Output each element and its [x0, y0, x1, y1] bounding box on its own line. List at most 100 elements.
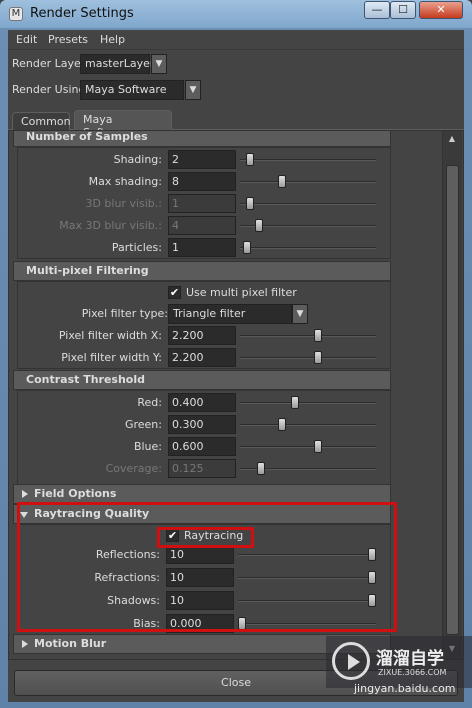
- title-bar[interactable]: M Render Settings — ☐ ✕: [0, 0, 472, 28]
- param-row: Red: 0.400: [18, 393, 392, 413]
- slider-track: [238, 623, 376, 625]
- param-value-field[interactable]: 8: [168, 172, 236, 191]
- param-row: Max shading: 8: [18, 172, 392, 192]
- menu-presets[interactable]: Presets: [48, 33, 88, 46]
- number-of-samples-frame: Shading: 2 Max shading: 8 3D blur visib.: 1 Ma…: [17, 147, 391, 259]
- param-value-field[interactable]: 10: [166, 568, 234, 587]
- param-value-field[interactable]: 10: [166, 591, 234, 610]
- param-label: Pixel filter width Y:: [61, 351, 162, 364]
- settings-scroll-area[interactable]: Number of Samples Shading: 2 Max shading: 8…: [13, 131, 441, 659]
- slider-track: [240, 335, 376, 337]
- section-raytracing-quality[interactable]: Raytracing Quality: [13, 504, 391, 524]
- tab-common[interactable]: Common: [12, 112, 71, 130]
- param-value-field[interactable]: 2: [168, 150, 236, 169]
- param-row: Shading: 2: [18, 150, 392, 170]
- window-title: Render Settings: [30, 6, 134, 21]
- param-value-field[interactable]: 0.300: [168, 415, 236, 434]
- slider-handle: [256, 462, 265, 475]
- param-value-field[interactable]: 0.400: [168, 393, 236, 412]
- collapse-arrow-icon: [20, 512, 28, 518]
- render-using-combo[interactable]: Maya Software: [80, 80, 184, 100]
- param-slider[interactable]: [240, 437, 376, 457]
- param-label: Bias:: [133, 617, 160, 630]
- render-layer-combo[interactable]: masterLayer: [80, 54, 154, 74]
- param-row: Green: 0.300: [18, 415, 392, 435]
- param-slider[interactable]: [240, 393, 376, 413]
- watermark-subtitle: ZIXUE.3066.COM: [378, 668, 447, 677]
- use-multi-pixel-filter-label: Use multi pixel filter: [186, 286, 297, 299]
- vertical-scrollbar[interactable]: ▲ ▼: [442, 131, 462, 659]
- param-slider[interactable]: [238, 568, 376, 588]
- slider-handle[interactable]: [368, 594, 376, 607]
- slider-handle[interactable]: [314, 329, 323, 342]
- slider-track: [240, 402, 376, 404]
- field-options-label: Field Options: [34, 487, 117, 500]
- slider-handle[interactable]: [238, 617, 246, 630]
- param-label: Red:: [137, 396, 162, 409]
- param-slider[interactable]: [240, 238, 376, 258]
- maya-app-icon: M: [9, 7, 23, 21]
- param-slider[interactable]: [240, 415, 376, 435]
- param-row: Shadows: 10: [18, 591, 392, 611]
- slider-handle[interactable]: [246, 153, 255, 166]
- section-contrast-threshold[interactable]: Contrast Threshold: [13, 370, 391, 390]
- slider-handle[interactable]: [278, 418, 287, 431]
- param-label: Particles:: [111, 241, 162, 254]
- param-value-field[interactable]: 0.600: [168, 437, 236, 456]
- chevron-down-icon[interactable]: ▼: [185, 80, 201, 100]
- param-label: Shadows:: [107, 594, 160, 607]
- param-label: Coverage:: [105, 462, 162, 475]
- close-window-button[interactable]: ✕: [419, 1, 463, 19]
- param-row: Refractions: 10: [18, 568, 392, 588]
- tab-maya-software[interactable]: Maya Software: [74, 110, 172, 139]
- minimize-button[interactable]: —: [364, 1, 390, 19]
- param-value-field[interactable]: 10: [166, 545, 234, 564]
- param-slider[interactable]: [238, 591, 376, 611]
- param-value-field: 4: [168, 216, 236, 235]
- menu-edit[interactable]: Edit: [16, 33, 37, 46]
- param-value-field[interactable]: 0.000: [166, 614, 234, 633]
- chevron-down-icon[interactable]: ▼: [151, 54, 167, 74]
- maximize-button[interactable]: ☐: [390, 1, 416, 19]
- slider-handle: [246, 197, 255, 210]
- filter-type-label: Pixel filter type:: [81, 307, 168, 320]
- param-value-field[interactable]: 2.200: [168, 326, 236, 345]
- param-value-field: 1: [168, 194, 236, 213]
- param-slider[interactable]: [240, 326, 376, 346]
- section-field-options[interactable]: Field Options: [13, 484, 391, 504]
- param-slider[interactable]: [240, 172, 376, 192]
- menu-help[interactable]: Help: [100, 33, 125, 46]
- filter-type-row: Pixel filter type: Triangle filter ▼: [18, 304, 392, 324]
- filter-type-combo[interactable]: Triangle filter: [168, 304, 292, 324]
- slider-handle[interactable]: [291, 396, 300, 409]
- watermark-baidu: jingyan.baidu.com: [354, 682, 456, 695]
- scroll-thumb[interactable]: [446, 165, 459, 635]
- param-slider[interactable]: [240, 348, 376, 368]
- param-row: Max 3D blur visib.: 4: [18, 216, 392, 236]
- param-slider[interactable]: [240, 150, 376, 170]
- section-number-of-samples[interactable]: Number of Samples: [13, 131, 391, 147]
- use-multi-pixel-filter-checkbox[interactable]: ✔: [168, 286, 181, 299]
- raytracing-checkbox[interactable]: ✔: [166, 529, 179, 542]
- param-row: Pixel filter width X: 2.200: [18, 326, 392, 346]
- slider-track: [240, 181, 376, 183]
- param-row: Coverage: 0.125: [18, 459, 392, 479]
- param-value-field[interactable]: 1: [168, 238, 236, 257]
- slider-handle[interactable]: [314, 351, 323, 364]
- slider-handle[interactable]: [368, 548, 376, 561]
- use-filter-row: ✔ Use multi pixel filter: [18, 284, 392, 304]
- slider-handle[interactable]: [314, 440, 323, 453]
- chevron-down-icon[interactable]: ▼: [292, 304, 308, 324]
- param-value-field[interactable]: 2.200: [168, 348, 236, 367]
- param-row: Blue: 0.600: [18, 437, 392, 457]
- render-layer-label: Render Layer: [12, 57, 86, 70]
- slider-handle[interactable]: [242, 241, 251, 254]
- expand-arrow-icon: [22, 490, 28, 498]
- slider-handle[interactable]: [278, 175, 287, 188]
- param-row: Bias: 0.000: [18, 614, 392, 634]
- section-multi-pixel-filtering[interactable]: Multi-pixel Filtering: [13, 261, 391, 281]
- scroll-up-icon[interactable]: ▲: [443, 131, 461, 147]
- param-slider[interactable]: [238, 614, 376, 634]
- param-slider[interactable]: [238, 545, 376, 565]
- slider-handle[interactable]: [368, 571, 376, 584]
